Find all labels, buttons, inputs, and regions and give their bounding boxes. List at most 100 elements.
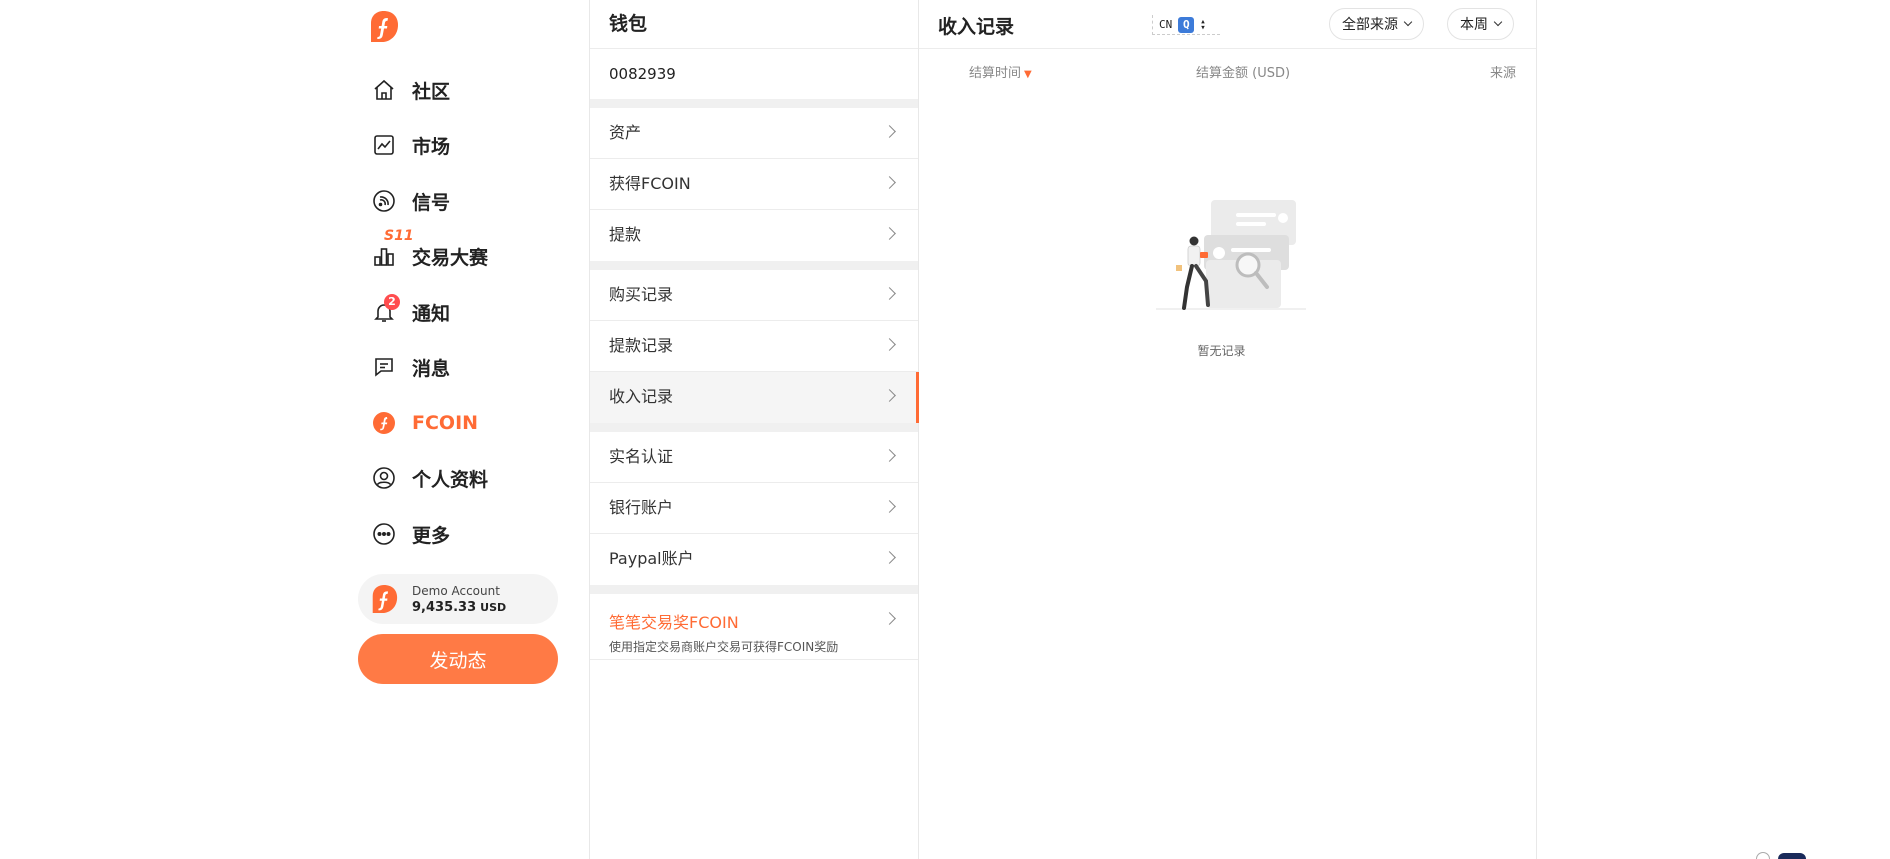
- bell-icon: 2: [370, 294, 400, 326]
- table-header: 结算时间 ▼ 结算金额 (USD) 来源: [919, 49, 1536, 93]
- nav-item-community[interactable]: 社区: [370, 70, 450, 110]
- wallet-item-label: 提款记录: [609, 336, 674, 355]
- source-filter-label: 全部来源: [1342, 17, 1398, 33]
- column-source: 来源: [1489, 66, 1516, 81]
- wallet-item-income-records[interactable]: 收入记录: [590, 372, 919, 423]
- sort-desc-icon: ▼: [1024, 69, 1032, 80]
- input-method-label: CN: [1159, 18, 1173, 31]
- wallet-panel: 钱包 0082939 资产 获得FCOIN 提款 购买记录 提款记录 收入记录 …: [589, 0, 919, 859]
- chevron-right-icon: [883, 287, 896, 300]
- nav-item-profile[interactable]: 个人资料: [370, 458, 488, 498]
- post-button[interactable]: 发动态: [358, 634, 558, 684]
- nav-label: 消息: [412, 357, 451, 380]
- wallet-item-get-fcoin[interactable]: 获得FCOIN: [590, 159, 918, 210]
- wallet-item-label: 银行账户: [609, 498, 674, 517]
- nav-label: 更多: [412, 524, 451, 547]
- account-name: Demo Account: [412, 583, 500, 598]
- fcoin-icon: [370, 409, 398, 437]
- source-filter-dropdown[interactable]: 全部来源: [1329, 8, 1424, 40]
- chevron-right-icon: [883, 176, 896, 189]
- empty-state-illustration: [1156, 200, 1306, 310]
- column-label: 结算时间: [969, 66, 1022, 81]
- support-widget-edge[interactable]: [1778, 853, 1806, 859]
- wallet-item-label: 购买记录: [609, 285, 674, 304]
- divider: [590, 585, 918, 594]
- chevron-down-icon: [1403, 17, 1413, 27]
- fcoin-logo-icon: [370, 584, 398, 614]
- wallet-item-label: 实名认证: [609, 447, 674, 466]
- account-card[interactable]: Demo Account 9,435.33 USD: [358, 574, 558, 624]
- wallet-title: 钱包: [590, 0, 918, 49]
- nav-label: 交易大赛: [412, 246, 489, 269]
- chevron-down-icon: [1493, 17, 1503, 27]
- nav-item-messages[interactable]: 消息: [370, 347, 450, 387]
- income-records-panel: 收入记录 CN Q ▴ ▾ 全部来源 本周 结算时间 ▼ 结算金额 (USD) 来源: [919, 0, 1537, 859]
- account-currency: USD: [480, 600, 507, 614]
- wallet-id: 0082939: [609, 65, 676, 83]
- chevron-right-icon: [883, 338, 896, 351]
- chat-widget-edge[interactable]: [1756, 852, 1770, 859]
- nav-label: FCOIN: [412, 412, 479, 434]
- wallet-item-label: 提款: [609, 225, 642, 244]
- input-method-q-icon: Q: [1178, 16, 1195, 33]
- nav-item-market[interactable]: 市场: [370, 125, 450, 165]
- divider: [590, 423, 918, 432]
- promo-subtitle: 使用指定交易商账户交易可获得FCOIN奖励: [609, 640, 839, 654]
- nav-item-notifications[interactable]: 2 通知: [370, 292, 450, 332]
- signal-icon: [370, 187, 398, 215]
- nav-label: 市场: [412, 135, 451, 158]
- more-icon: [370, 520, 398, 548]
- chevron-right-icon: [883, 500, 896, 513]
- period-filter-dropdown[interactable]: 本周: [1447, 8, 1514, 40]
- nav-item-contest[interactable]: S11 交易大赛: [370, 228, 489, 276]
- bar-chart-icon: S11: [370, 228, 414, 270]
- notification-badge: 2: [384, 294, 400, 310]
- wallet-item-label: 资产: [609, 123, 642, 142]
- nav-item-more[interactable]: 更多: [370, 514, 450, 554]
- contest-tag: S11: [384, 228, 414, 244]
- chart-line-icon: [370, 131, 398, 159]
- wallet-group-1: 资产 获得FCOIN 提款: [590, 108, 918, 261]
- chevron-right-icon: [883, 449, 896, 462]
- wallet-item-paypal-account[interactable]: Paypal账户: [590, 534, 918, 585]
- divider: [590, 261, 918, 270]
- nav-item-signal[interactable]: 信号: [370, 181, 450, 221]
- promo-trade-reward[interactable]: 笔笔交易奖FCOIN 使用指定交易商账户交易可获得FCOIN奖励: [590, 594, 918, 660]
- fcoin-logo-icon[interactable]: [368, 10, 399, 43]
- nav-label: 信号: [412, 191, 451, 214]
- home-icon: [370, 76, 398, 104]
- column-settlement-time[interactable]: 结算时间 ▼: [969, 62, 1032, 81]
- user-icon: [370, 464, 398, 492]
- wallet-item-purchase-records[interactable]: 购买记录: [590, 270, 918, 321]
- account-balance: 9,435.33: [412, 599, 477, 615]
- wallet-item-verification[interactable]: 实名认证: [590, 432, 918, 483]
- nav-label: 社区: [412, 80, 451, 103]
- wallet-item-withdraw-records[interactable]: 提款记录: [590, 321, 918, 372]
- wallet-group-2: 购买记录 提款记录 收入记录: [590, 270, 919, 423]
- nav-label: 通知: [412, 302, 451, 325]
- wallet-item-bank-account[interactable]: 银行账户: [590, 483, 918, 534]
- updown-arrow-icon: ▴ ▾: [1200, 16, 1206, 33]
- chevron-right-icon: [883, 227, 896, 240]
- empty-state-text: 暂无记录: [1197, 344, 1246, 358]
- wallet-item-withdraw[interactable]: 提款: [590, 210, 918, 261]
- wallet-group-3: 实名认证 银行账户 Paypal账户: [590, 432, 918, 585]
- nav-item-fcoin[interactable]: FCOIN: [370, 403, 478, 443]
- input-method-widget[interactable]: CN Q ▴ ▾: [1152, 15, 1220, 35]
- income-header: 收入记录 CN Q ▴ ▾ 全部来源 本周: [919, 0, 1536, 49]
- wallet-item-label: Paypal账户: [609, 549, 694, 568]
- message-icon: [370, 353, 398, 381]
- column-settlement-amount: 结算金额 (USD): [1196, 66, 1291, 81]
- promo-title: 笔笔交易奖FCOIN: [609, 613, 739, 632]
- wallet-item-assets[interactable]: 资产: [590, 108, 918, 159]
- divider: [590, 99, 918, 108]
- period-filter-label: 本周: [1460, 17, 1488, 33]
- wallet-item-label: 获得FCOIN: [609, 174, 691, 193]
- chevron-right-icon: [883, 551, 896, 564]
- chevron-right-icon: [883, 389, 896, 402]
- page-title: 收入记录: [938, 16, 1015, 38]
- sidebar-nav: 社区 市场 信号 S11 交易大赛 2 通知 消息 FCOIN 个人资料 更多 …: [358, 0, 588, 859]
- chevron-right-icon: [883, 125, 896, 138]
- nav-label: 个人资料: [412, 468, 489, 491]
- wallet-item-label: 收入记录: [609, 387, 674, 406]
